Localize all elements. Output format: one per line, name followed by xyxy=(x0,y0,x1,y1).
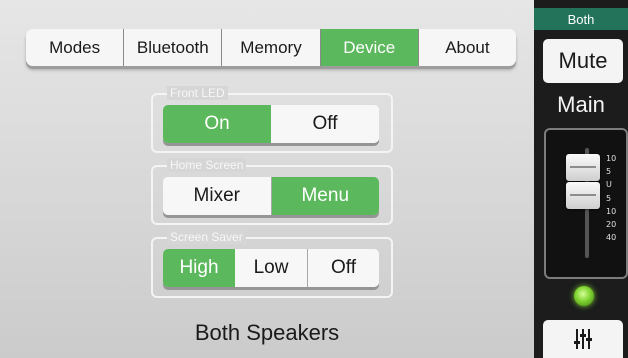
settings-panel: Modes Bluetooth Memory Device About Fron… xyxy=(0,0,534,358)
screen-saver-low-button[interactable]: Low xyxy=(235,249,308,287)
home-screen-menu-button[interactable]: Menu xyxy=(271,177,379,215)
fader-scale-mark: 5 xyxy=(606,167,612,176)
screen-saver-high-button[interactable]: High xyxy=(163,249,235,287)
channel-strip: Both Mute Main 10 5 U 5 10 20 40 xyxy=(534,0,628,358)
front-led-on-button[interactable]: On xyxy=(163,105,271,143)
tab-about[interactable]: About xyxy=(418,29,516,66)
fader-scale-mark: 5 xyxy=(606,194,612,203)
fader-scale-mark: U xyxy=(606,180,612,189)
fader-cap-lower[interactable] xyxy=(566,182,600,209)
tab-bar: Modes Bluetooth Memory Device About xyxy=(26,29,516,66)
fader-scale-mark: 10 xyxy=(606,154,617,163)
home-screen-group: Home Screen Mixer Menu xyxy=(151,158,393,225)
home-screen-toggle: Mixer Menu xyxy=(163,177,379,215)
front-led-off-button[interactable]: Off xyxy=(271,105,379,143)
fader[interactable]: 10 5 U 5 10 20 40 xyxy=(544,128,628,279)
fader-scale-mark: 20 xyxy=(606,220,617,229)
eq-sliders-icon xyxy=(574,329,592,349)
strip-header: Both xyxy=(534,8,628,30)
front-led-label: Front LED xyxy=(167,86,228,100)
tab-device[interactable]: Device xyxy=(320,29,419,66)
home-screen-label: Home Screen xyxy=(167,158,247,172)
screen-saver-off-button[interactable]: Off xyxy=(308,249,379,287)
channel-label: Main xyxy=(557,92,605,117)
tab-memory[interactable]: Memory xyxy=(222,29,321,66)
front-led-group: Front LED On Off xyxy=(151,86,393,153)
fader-cap-upper[interactable] xyxy=(566,154,600,181)
home-screen-mixer-button[interactable]: Mixer xyxy=(163,177,272,215)
fader-scale-mark: 10 xyxy=(606,207,617,216)
screen-saver-group: Screen Saver High Low Off xyxy=(151,230,393,298)
tab-bluetooth[interactable]: Bluetooth xyxy=(124,29,223,66)
fader-scale-mark: 40 xyxy=(606,233,617,242)
tab-modes[interactable]: Modes xyxy=(26,29,125,66)
signal-led xyxy=(574,286,594,306)
speaker-selection-label: Both Speakers xyxy=(194,320,340,345)
screen-saver-label: Screen Saver xyxy=(167,230,246,244)
screen-saver-toggle: High Low Off xyxy=(163,249,379,287)
mute-button[interactable]: Mute xyxy=(543,39,623,83)
eq-button[interactable] xyxy=(543,320,623,358)
front-led-toggle: On Off xyxy=(163,105,379,143)
